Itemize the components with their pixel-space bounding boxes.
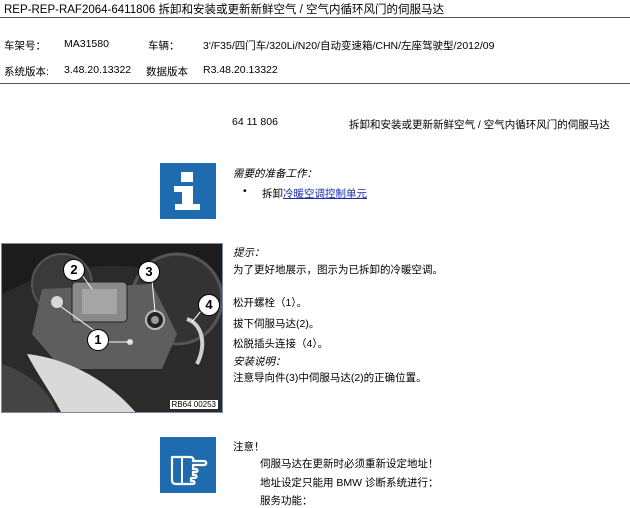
pointing-hand-icon — [160, 437, 216, 493]
prep-bullet: • — [243, 185, 247, 197]
prep-item-prefix: 拆卸 — [262, 188, 283, 200]
install-heading: 安装说明： — [233, 356, 286, 368]
chassis-label: 车架号： — [4, 40, 46, 52]
hvac-control-unit-link[interactable]: 冷暖空调控制单元 — [283, 188, 367, 200]
figure-code: RB64 00253 — [169, 400, 218, 409]
data-version-label: 数据版本 — [146, 66, 188, 78]
callout-1: 1 — [87, 329, 109, 351]
component-photo: 1 2 3 4 RB64 00253 — [1, 243, 223, 413]
step-2: 拔下伺服马达(2)。 — [233, 318, 320, 330]
header-divider — [0, 17, 630, 18]
chassis-value: MA31580 — [64, 38, 109, 50]
system-version-value: 3.48.20.13322 — [64, 64, 132, 76]
hint-text: 为了更好地展示，图示为已拆卸的冷暖空调。 — [233, 264, 443, 276]
doc-title: 拆卸和安装或更新新鲜空气 / 空气内循环风门的伺服马达 — [349, 119, 610, 131]
photo-illustration — [2, 244, 222, 412]
info-icon — [160, 163, 216, 219]
data-version-value: R3.48.20.13322 — [203, 64, 278, 76]
doc-number: 64 11 806 — [232, 116, 278, 128]
install-text: 注意导向件(3)中伺服马达(2)的正确位置。 — [233, 372, 427, 384]
prep-heading: 需要的准备工作： — [233, 168, 317, 180]
prep-item: 拆卸冷暖空调控制单元 — [262, 186, 367, 201]
hint-heading: 提示： — [233, 247, 265, 259]
vehicle-label: 车辆： — [148, 40, 180, 52]
callout-4: 4 — [198, 294, 220, 316]
caution-line-1: 伺服马达在更新时必须重新设定地址！ — [260, 458, 439, 470]
caution-line-3: 服务功能： — [260, 495, 313, 507]
callout-2: 2 — [63, 259, 85, 281]
callout-3: 3 — [138, 261, 160, 283]
vehicle-value: 3'/F35/四门车/320Li/N20/自动变速箱/CHN/左座驾驶型/201… — [203, 40, 495, 52]
step-1: 松开螺栓（1）。 — [233, 297, 308, 309]
caution-line-2: 地址设定只能用 BMW 诊断系统进行： — [260, 477, 439, 489]
info-divider — [0, 83, 630, 84]
system-version-label: 系统版本: — [4, 66, 49, 78]
step-3: 松脱插头连接（4）。 — [233, 338, 329, 350]
caution-heading: 注意！ — [233, 441, 265, 453]
page-header-title: REP-REP-RAF2064-6411806 拆卸和安装或更新新鲜空气 / 空… — [4, 4, 445, 16]
